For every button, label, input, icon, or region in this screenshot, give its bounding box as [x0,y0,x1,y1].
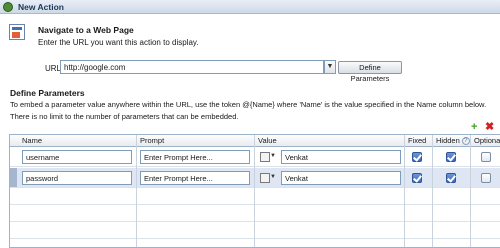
optional-checkbox[interactable] [481,152,491,162]
delete-icon[interactable]: ✖ [485,122,494,133]
params-description-line-1: To embed a parameter value anywhere with… [10,100,487,109]
column-divider [470,135,471,247]
help-icon[interactable]: ? [461,137,470,146]
column-header-fixed[interactable]: Fixed [404,135,432,147]
url-input[interactable] [60,60,324,74]
fixed-checkbox[interactable] [412,173,422,183]
chevron-down-icon: ▼ [326,63,334,70]
empty-row [10,223,500,239]
prompt-input[interactable] [140,171,250,185]
parameters-table: Name Prompt Value Fixed Hidden? Optional… [9,134,500,248]
optional-checkbox[interactable] [481,173,491,183]
column-divider [136,135,137,247]
empty-row [10,206,500,222]
row-selector[interactable] [10,168,17,187]
web-page-icon [9,24,25,40]
navigate-title: Navigate to a Web Page [38,25,134,35]
navigate-description: Enter the URL you want this action to di… [38,38,199,47]
value-input[interactable] [281,171,401,185]
table-header: Name Prompt Value Fixed Hidden? Optional [10,135,500,147]
params-description-line-2: There is no limit to the number of param… [10,112,239,121]
url-label: URL [45,64,62,73]
name-input[interactable] [22,171,132,185]
column-header-prompt[interactable]: Prompt [136,135,254,147]
name-input[interactable] [22,150,132,164]
column-header-value[interactable]: Value [254,135,404,147]
value-picker-icon[interactable]: ▼ [260,151,278,163]
value-picker-icon[interactable]: ▼ [260,172,278,184]
column-header-optional[interactable]: Optional [470,135,500,147]
column-header-hidden[interactable]: Hidden? [432,135,470,147]
column-divider [432,135,433,247]
column-divider [254,135,255,247]
empty-row [10,189,500,205]
prompt-input[interactable] [140,150,250,164]
gear-icon [3,2,13,12]
column-header-hidden-label: Hidden [436,136,460,145]
fixed-checkbox[interactable] [412,152,422,162]
row-selector[interactable] [10,147,17,166]
define-parameters-button[interactable]: Define Parameters [338,61,402,83]
hidden-checkbox[interactable] [446,152,456,162]
column-header-name[interactable]: Name [18,135,136,147]
title-bar: New Action [0,0,500,14]
define-parameters-heading: Define Parameters [10,88,85,98]
table-row[interactable]: ▼ [10,147,500,167]
add-icon[interactable]: + [471,122,477,133]
url-dropdown-button[interactable]: ▼ [324,60,336,74]
table-row[interactable]: ▼ [10,168,500,188]
value-input[interactable] [281,150,401,164]
window-title: New Action [18,2,64,12]
hidden-checkbox[interactable] [446,173,456,183]
column-divider [404,135,405,247]
